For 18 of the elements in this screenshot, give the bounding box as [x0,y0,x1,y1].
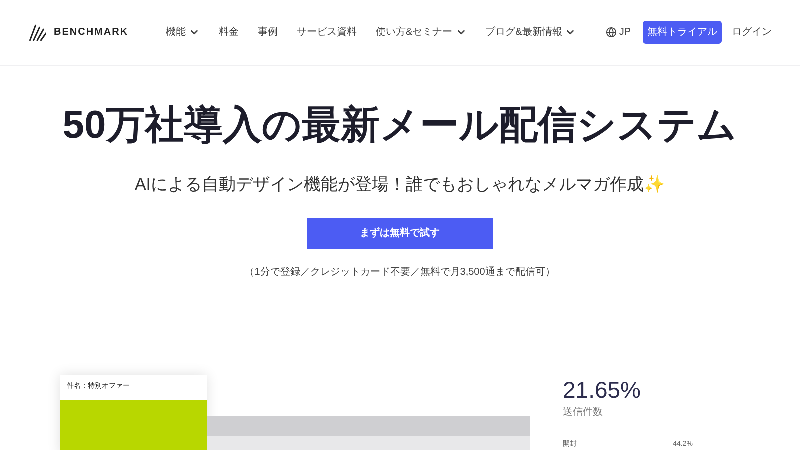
stat-label: 送信件数 [563,406,604,420]
login-link[interactable]: ログイン [732,25,772,40]
nav-link[interactable]: ブログ&最新情報 [486,25,576,40]
nav-link[interactable]: 料金 [219,25,239,40]
logo-icon [28,22,46,42]
hero-subtitle: AIによる自動デザイン機能が登場！誰でもおしゃれなメルマガ作成✨ [134,174,666,196]
hero-title: 50万社導入の最新メール配信システム [62,103,738,149]
nav-link[interactable]: 使い方&セミナー [376,25,467,40]
language-link[interactable]: JP [606,25,632,40]
globe-icon [606,27,618,38]
stat-value: 21.65% [563,377,642,403]
nav-link[interactable]: サービス資料 [297,25,357,40]
cta-button[interactable]: まずは無料で試す [307,218,493,248]
signup-note: （1分で登録／クレジットカード不要／無料で月3,500通まで配信可） [244,266,556,280]
trial-button[interactable]: 無料トライアル [643,21,722,44]
logo-text: BENCHMARK [54,26,129,40]
nav-link[interactable]: 事例 [258,25,278,40]
nav-link[interactable]: 機能 [166,25,200,40]
